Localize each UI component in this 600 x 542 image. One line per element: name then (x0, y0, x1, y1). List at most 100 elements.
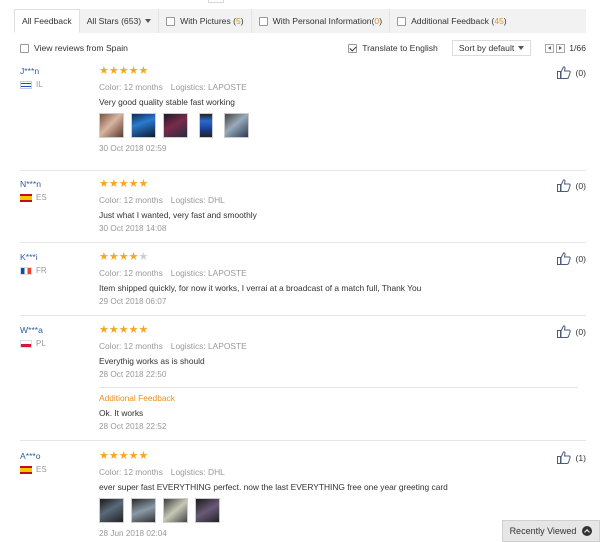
color-option: Color: 12 months (99, 195, 163, 205)
country-code: PL (36, 339, 46, 348)
reviewer-country: FR (20, 266, 90, 275)
reviewer-country: ES (20, 193, 90, 202)
filter-all-feedback[interactable]: All Feedback (14, 9, 80, 33)
reviewer-country: ES (20, 465, 90, 474)
view-spain-label: View reviews from Spain (34, 43, 128, 53)
review-photo-thumbnail[interactable] (195, 498, 220, 523)
helpful-count: (1) (575, 452, 586, 463)
reviewer-country: PL (20, 339, 90, 348)
reviewer-info: A***o ES (20, 451, 90, 474)
logistics: Logistics: LAPOSTE (170, 268, 247, 278)
logistics: Logistics: DHL (170, 195, 225, 205)
reviewer-name[interactable]: N***n (20, 179, 90, 189)
review-item: N***n ES ★★★★★ Color: 12 months Logistics… (20, 179, 586, 243)
filter-with-pictures[interactable]: With Pictures (5) (159, 9, 251, 33)
color-option: Color: 12 months (99, 341, 163, 351)
chevron-down-icon (518, 46, 525, 50)
sort-dropdown[interactable]: Sort by default (451, 40, 532, 56)
spain-flag-icon (20, 193, 32, 202)
review-photo-thumbnail[interactable] (163, 498, 188, 523)
filter-additional-feedback[interactable]: Additional Feedback (45) (390, 9, 514, 33)
view-spain-checkbox[interactable] (20, 43, 29, 53)
review-photo-thumbnail[interactable] (163, 113, 188, 138)
review-meta: Color: 12 months Logistics: DHL (99, 195, 539, 205)
country-code: ES (36, 193, 47, 202)
review-date: 28 Jun 2018 02:04 (99, 529, 167, 538)
recently-viewed-button[interactable]: Recently Viewed (502, 520, 600, 542)
review-photo-thumbnail[interactable] (131, 113, 156, 138)
divider (99, 387, 578, 388)
reviewer-country: IL (20, 80, 90, 89)
logistics: Logistics: DHL (170, 467, 225, 477)
country-code: ES (36, 465, 47, 474)
review-body: ★★★★★ Color: 12 months Logistics: LAPOSTE… (99, 252, 539, 307)
personal-info-checkbox[interactable] (258, 16, 268, 26)
review-photo-thumbnail[interactable] (99, 498, 124, 523)
israel-flag-icon (20, 80, 32, 89)
additional-feedback-title: Additional Feedback (99, 393, 175, 403)
review-text: Very good quality stable fast working (99, 97, 235, 107)
next-page-button[interactable] (556, 43, 566, 53)
additional-feedback-checkbox[interactable] (397, 16, 407, 26)
helpful-button[interactable]: (0) (557, 179, 586, 192)
reviewer-name[interactable]: W***a (20, 325, 90, 335)
helpful-count: (0) (575, 180, 586, 191)
review-photo-thumbnail[interactable] (131, 498, 156, 523)
reviewer-info: W***a PL (20, 325, 90, 348)
review-item: W***a PL ★★★★★ Color: 12 months Logistics… (20, 325, 586, 441)
review-item: J***n IL ★★★★★ Color: 12 months Logistics… (20, 66, 586, 171)
with-pictures-checkbox[interactable] (166, 16, 176, 26)
star-rating: ★★★★★ (99, 450, 149, 462)
review-photo-thumbnail[interactable] (199, 113, 213, 138)
spain-flag-icon (20, 465, 32, 474)
poland-flag-icon (20, 339, 32, 348)
france-flag-icon (20, 266, 32, 275)
review-body: ★★★★★ Color: 12 months Logistics: DHL Jus… (99, 178, 539, 234)
review-date: 30 Oct 2018 02:59 (99, 144, 167, 153)
personal-info-label: With Personal Information( (272, 16, 375, 26)
review-date: 28 Oct 2018 22:50 (99, 370, 167, 379)
helpful-button[interactable]: (0) (557, 325, 586, 338)
helpful-button[interactable]: (1) (557, 451, 586, 464)
review-meta: Color: 12 months Logistics: LAPOSTE (99, 268, 539, 278)
translate-checkbox[interactable] (348, 43, 358, 53)
thumbs-up-icon (557, 252, 572, 265)
additional-feedback-text: Ok. It works (99, 408, 144, 418)
helpful-count: (0) (575, 253, 586, 264)
filter-personal-info[interactable]: With Personal Information(0) (252, 9, 389, 33)
review-body: ★★★★★ Color: 12 months Logistics: LAPOSTE… (99, 66, 539, 153)
review-meta: Color: 12 months Logistics: LAPOSTE (99, 341, 539, 351)
view-spain-option[interactable]: View reviews from Spain (20, 43, 128, 53)
review-photo-thumbnail[interactable] (224, 113, 249, 138)
additional-feedback-label: Additional Feedback ( (411, 16, 495, 26)
review-body: ★★★★★ Color: 12 months Logistics: DHL eve… (99, 451, 539, 538)
review-text: Just what I wanted, very fast and smooth… (99, 210, 257, 220)
reviewer-name[interactable]: A***o (20, 451, 90, 461)
helpful-button[interactable]: (0) (557, 252, 586, 265)
thumbs-up-icon (557, 325, 572, 338)
helpful-button[interactable]: (0) (557, 66, 586, 79)
review-date: 29 Oct 2018 06:07 (99, 297, 167, 306)
reviewer-name[interactable]: K***i (20, 252, 90, 262)
reviewer-name[interactable]: J***n (20, 66, 90, 76)
review-body: ★★★★★ Color: 12 months Logistics: LAPOSTE… (99, 325, 578, 431)
review-item: K***i FR ★★★★★ Color: 12 months Logistics… (20, 252, 586, 316)
chevron-up-icon (582, 526, 593, 536)
color-option: Color: 12 months (99, 268, 163, 278)
with-pictures-label: With Pictures ( (180, 16, 237, 26)
reviewer-info: J***n IL (20, 66, 90, 89)
additional-feedback-count: 45 (494, 16, 504, 26)
helpful-count: (0) (575, 326, 586, 337)
filter-all-stars-dropdown[interactable]: All Stars (653) (80, 9, 158, 33)
with-pictures-close: ) (240, 16, 244, 26)
review-photos (99, 498, 539, 523)
page-indicator: 1/66 (569, 43, 586, 53)
filter-all-feedback-label: All Feedback (22, 16, 72, 26)
star-rating: ★★★★★ (99, 178, 149, 190)
translate-option[interactable]: Translate to English (348, 43, 438, 53)
review-meta: Color: 12 months Logistics: LAPOSTE (99, 82, 539, 92)
prev-page-button[interactable] (545, 43, 555, 53)
review-photo-thumbnail[interactable] (99, 113, 124, 138)
thumbs-up-icon (557, 66, 572, 79)
reviewer-info: N***n ES (20, 179, 90, 202)
